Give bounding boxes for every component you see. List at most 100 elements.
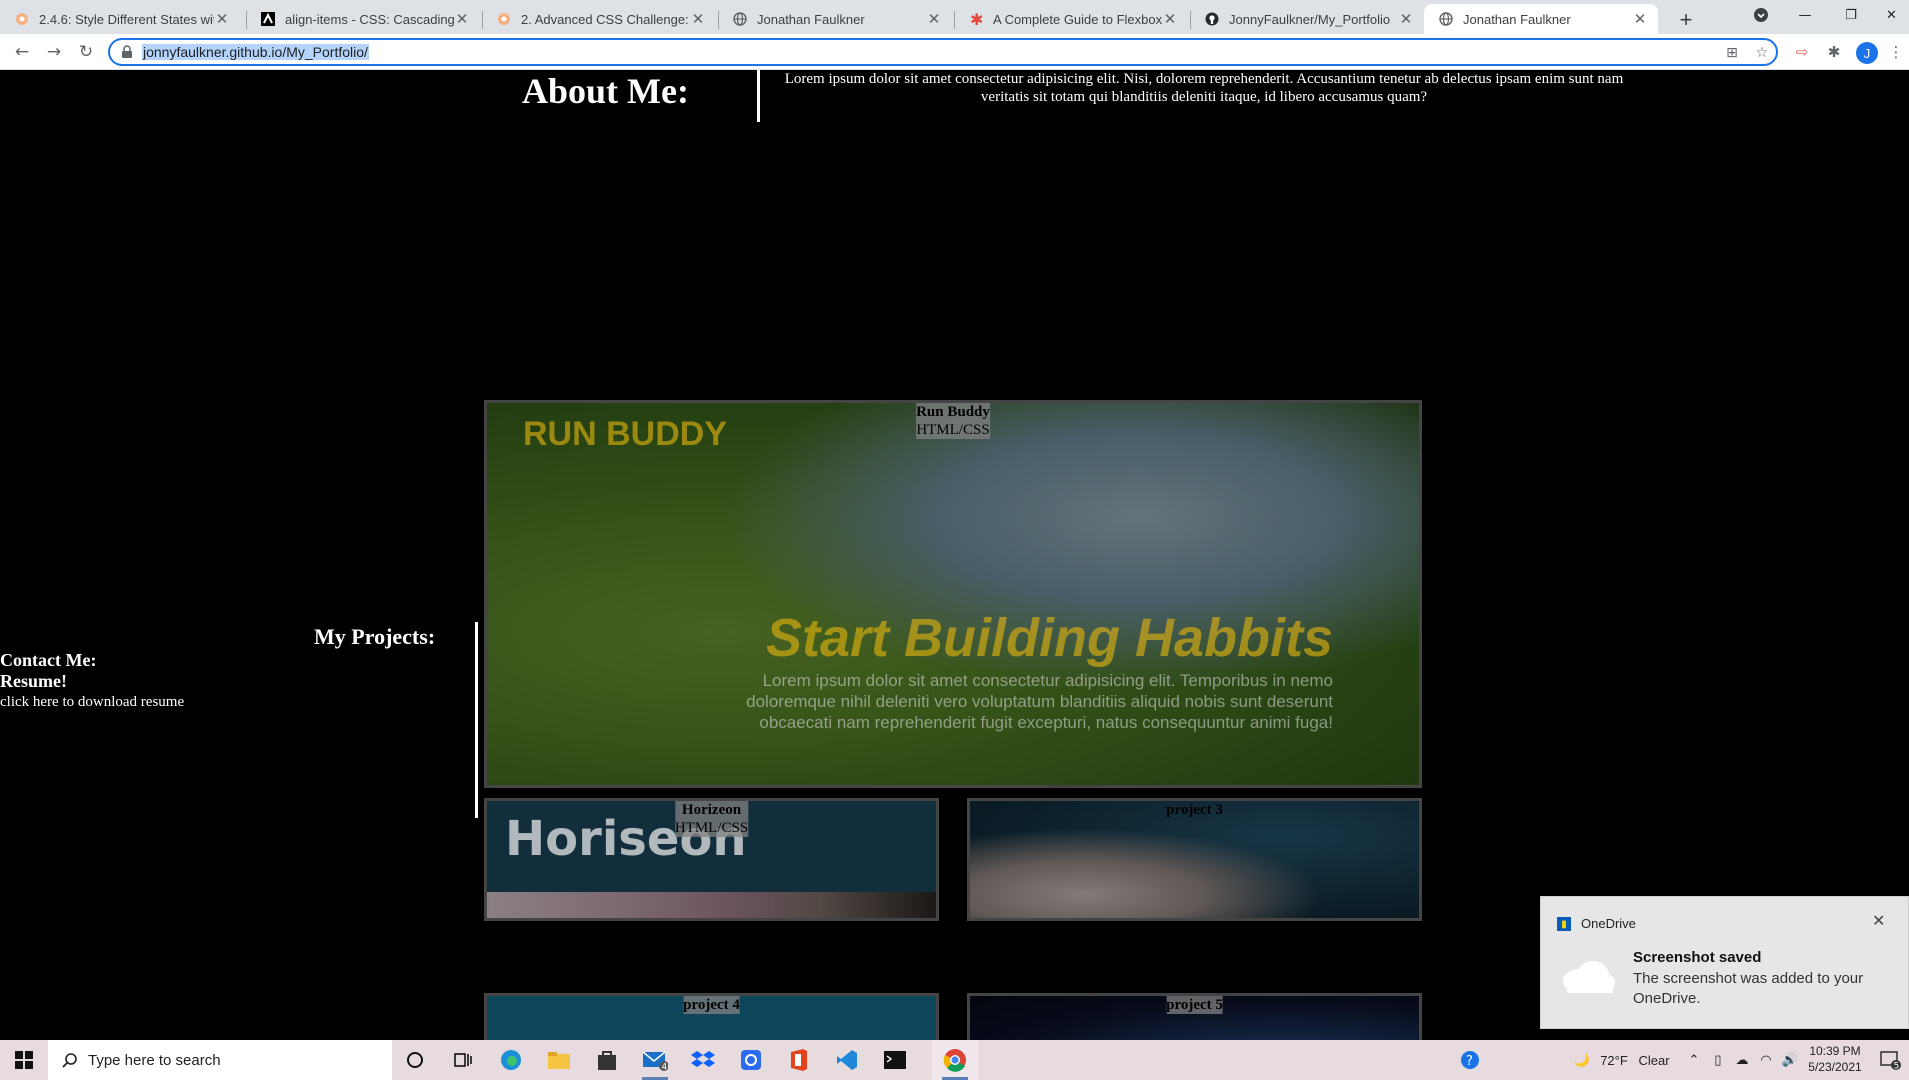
project-tech: HTML/CSS — [916, 422, 990, 438]
restore-button[interactable]: ❐ — [1828, 0, 1874, 30]
project-card-run-buddy[interactable]: RUN BUDDY Start Building Habbits Lorem i… — [484, 400, 1422, 788]
weather-condition[interactable]: Clear — [1634, 1040, 1674, 1080]
device-icon[interactable]: ▯ — [1706, 1040, 1730, 1080]
edge-icon[interactable] — [488, 1040, 534, 1080]
weather-moon-icon[interactable]: 🌙 — [1570, 1040, 1594, 1080]
chevron-up-icon[interactable]: ⌃ — [1682, 1040, 1706, 1080]
resume-heading: Resume! — [0, 671, 67, 691]
browser-tab-strip: 2.4.6: Style Different States with ✕ ali… — [0, 0, 1909, 34]
resume-download-link[interactable]: click here to download resume — [0, 694, 184, 711]
tab-style-different-states[interactable]: 2.4.6: Style Different States with ✕ — [0, 4, 240, 34]
project-label: Horizeon HTML/CSS — [674, 801, 749, 837]
tab-jonathan-faulkner-1[interactable]: Jonathan Faulkner ✕ — [718, 4, 952, 34]
toast-body: The screenshot was added to your OneDriv… — [1633, 970, 1864, 1007]
task-view-icon[interactable] — [440, 1040, 486, 1080]
webpage-viewport: About Me: Lorem ipsum dolor sit amet con… — [0, 70, 1909, 1040]
project-card-4[interactable]: project 4 — [484, 993, 939, 1040]
css-tricks-icon: ✱ — [968, 11, 984, 27]
globe-icon — [1438, 11, 1454, 27]
notification-center-icon[interactable]: 5 — [1872, 1040, 1908, 1080]
tab-align-items[interactable]: align-items - CSS: Cascading Sty ✕ — [246, 4, 480, 34]
project-card-5[interactable]: project 5 — [967, 993, 1422, 1040]
terminal-icon[interactable] — [872, 1040, 918, 1080]
mail-icon[interactable]: 4 — [632, 1040, 678, 1080]
chrome-icon[interactable] — [932, 1040, 978, 1080]
project-tech: HTML/CSS — [674, 820, 749, 836]
volume-icon[interactable]: 🔊 — [1778, 1040, 1802, 1080]
project-name: project 5 — [1166, 997, 1223, 1013]
tab-title: 2.4.6: Style Different States with — [39, 11, 214, 27]
url-text[interactable]: jonnyfaulkner.github.io/My_Portfolio/ — [142, 44, 369, 60]
cortana-icon[interactable] — [392, 1040, 438, 1080]
about-heading: About Me: — [522, 71, 689, 111]
mail-badge: 4 — [662, 1063, 668, 1072]
tab-jonathan-faulkner-active[interactable]: Jonathan Faulkner ✕ — [1424, 4, 1658, 34]
minimize-button[interactable]: — — [1782, 0, 1828, 30]
project-name: Run Buddy — [916, 404, 990, 420]
tab-close-icon[interactable]: ✕ — [1162, 10, 1178, 28]
toast-app-name: OneDrive — [1581, 916, 1636, 931]
vscode-icon[interactable] — [824, 1040, 870, 1080]
tab-close-icon[interactable]: ✕ — [926, 10, 942, 28]
signal-icon[interactable] — [728, 1040, 774, 1080]
tab-search-icon[interactable] — [1738, 0, 1784, 30]
dropbox-icon[interactable] — [680, 1040, 726, 1080]
help-icon[interactable]: ? — [1452, 1040, 1488, 1080]
windows-start-icon[interactable] — [0, 1040, 48, 1080]
tab-close-icon[interactable]: ✕ — [214, 10, 230, 28]
forward-button[interactable]: → — [40, 38, 68, 66]
profile-avatar[interactable]: J — [1856, 42, 1878, 64]
tab-close-icon[interactable]: ✕ — [690, 10, 706, 28]
back-button[interactable]: ← — [8, 38, 36, 66]
clock-time: 10:39 PM — [1809, 1044, 1861, 1058]
bootcamp-icon — [496, 11, 512, 27]
project-card-3[interactable]: project 3 — [967, 798, 1422, 921]
tab-title: 2. Advanced CSS Challenge: Prof — [521, 11, 690, 27]
cloud-icon — [1563, 961, 1615, 993]
bookmark-star-icon[interactable]: ☆ — [1752, 43, 1772, 63]
wifi-icon[interactable]: ◠ — [1754, 1040, 1778, 1080]
project-name: Horizeon — [681, 802, 742, 818]
toast-title: Screenshot saved — [1633, 949, 1762, 966]
about-divider — [757, 70, 760, 122]
tab-flexbox-guide[interactable]: ✱ A Complete Guide to Flexbox | C ✕ — [954, 4, 1188, 34]
github-icon — [1204, 11, 1220, 27]
tab-title: A Complete Guide to Flexbox | C — [993, 11, 1162, 27]
run-buddy-tagline: Start Building Habbits — [766, 608, 1333, 668]
notification-badge: 5 — [1894, 1062, 1900, 1071]
svg-text:?: ? — [1466, 1054, 1473, 1069]
toast-close-icon[interactable]: ✕ — [1872, 911, 1885, 930]
tab-close-icon[interactable]: ✕ — [1398, 10, 1414, 28]
weather-temp[interactable]: 72°F — [1596, 1040, 1632, 1080]
office-icon[interactable] — [776, 1040, 822, 1080]
windows-taskbar: Type here to search 4 ? 🌙 72°F Clear ⌃ ▯… — [0, 1040, 1909, 1080]
file-explorer-icon[interactable] — [536, 1040, 582, 1080]
tab-close-icon[interactable]: ✕ — [1632, 10, 1648, 28]
project-name: project 4 — [683, 997, 740, 1013]
tab-advanced-css-challenge[interactable]: 2. Advanced CSS Challenge: Prof ✕ — [482, 4, 716, 34]
reload-button[interactable]: ↻ — [72, 38, 100, 66]
onedrive-notification[interactable]: ▮ OneDrive ✕ Screenshot saved The screen… — [1540, 896, 1909, 1029]
tab-title: JonnyFaulkner/My_Portfolio — [1229, 11, 1391, 27]
project-label: Run Buddy HTML/CSS — [916, 403, 990, 439]
extensions-puzzle-icon[interactable]: ✱ — [1820, 38, 1848, 66]
lock-icon[interactable] — [120, 45, 134, 59]
tab-github-portfolio[interactable]: JonnyFaulkner/My_Portfolio ✕ — [1190, 4, 1424, 34]
new-tab-button[interactable]: + — [1672, 6, 1700, 34]
onedrive-tray-icon[interactable]: ☁ — [1730, 1040, 1754, 1080]
translate-icon[interactable]: ⊞ — [1722, 43, 1742, 63]
tab-close-icon[interactable]: ✕ — [454, 10, 470, 28]
project-label: project 5 — [1166, 996, 1223, 1014]
taskbar-search-box[interactable]: Type here to search — [48, 1040, 392, 1080]
browser-toolbar: ← → ↻ jonnyfaulkner.github.io/My_Portfol… — [0, 34, 1909, 70]
close-window-button[interactable]: ✕ — [1874, 0, 1909, 30]
projects-divider — [475, 622, 478, 818]
menu-kebab-icon[interactable]: ⋮ — [1882, 38, 1909, 66]
tab-title: Jonathan Faulkner — [1463, 11, 1571, 27]
system-clock[interactable]: 10:39 PM 5/23/2021 — [1802, 1043, 1868, 1075]
extension-icon[interactable]: ⇨ — [1788, 38, 1816, 66]
tab-title: align-items - CSS: Cascading Sty — [285, 11, 454, 27]
project-card-horiseon[interactable]: Horiseon Horizeon HTML/CSS — [484, 798, 939, 921]
address-bar[interactable]: jonnyfaulkner.github.io/My_Portfolio/ ⊞ … — [108, 38, 1778, 66]
store-icon[interactable] — [584, 1040, 630, 1080]
